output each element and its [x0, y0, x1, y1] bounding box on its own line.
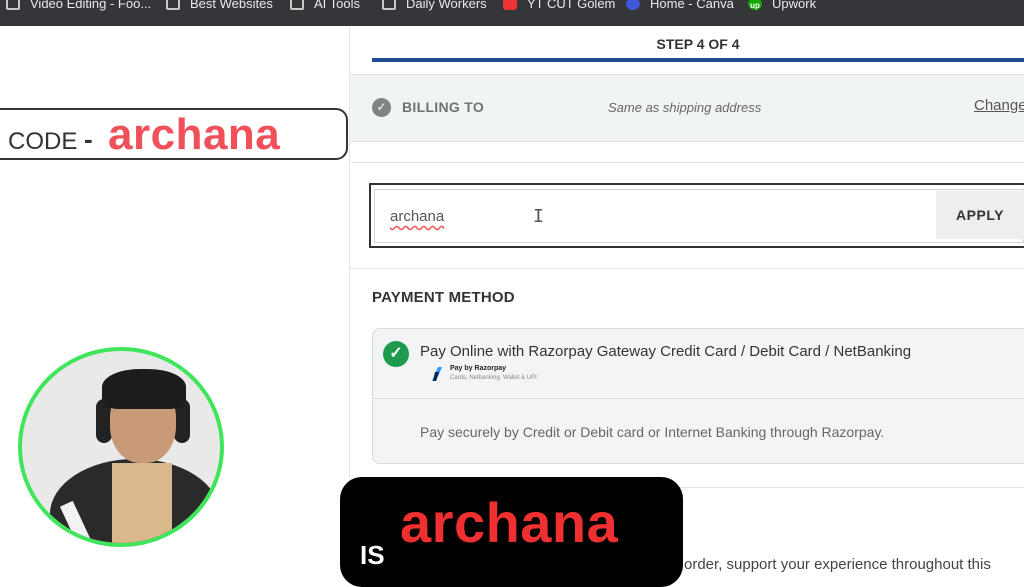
upwork-icon: up	[748, 0, 762, 10]
folder-icon	[166, 0, 180, 10]
presenter-hair	[102, 369, 186, 409]
razorpay-logo-icon	[432, 367, 442, 381]
bookmark-label: Video Editing - Foo...	[30, 0, 152, 11]
bookmark-ai-tools[interactable]: AI Tools	[290, 0, 360, 11]
code-callout-label: CODE	[8, 128, 78, 155]
bookmark-video-editing[interactable]: Video Editing - Foo...	[6, 0, 151, 11]
divider	[373, 398, 1024, 399]
bookmark-upwork[interactable]: up Upwork	[748, 0, 816, 11]
bookmark-label: Best Websites	[190, 0, 273, 11]
razorpay-title: Pay by Razorpay	[450, 365, 507, 372]
payment-option-label: Pay Online with Razorpay Gateway Credit …	[420, 343, 912, 360]
bookmark-label: Daily Workers	[406, 0, 487, 11]
bookmark-label: AI Tools	[314, 0, 361, 11]
check-icon: ✓	[372, 98, 391, 117]
code-callout-dash: -	[84, 124, 93, 154]
bookmark-daily-workers[interactable]: Daily Workers	[382, 0, 487, 11]
selected-check-icon[interactable]: ✓	[383, 341, 409, 367]
privacy-note-text: order, support your experience throughou…	[684, 556, 991, 573]
code-callout-value: archana	[108, 110, 281, 159]
presenter-webcam	[18, 347, 224, 547]
coupon-input-box[interactable]	[374, 189, 1024, 243]
text-cursor-icon: I	[533, 206, 544, 227]
apply-button[interactable]: APPLY	[936, 191, 1024, 239]
youtube-icon	[503, 0, 517, 10]
coupon-input[interactable]: archana	[390, 208, 444, 225]
bookmark-label: YT CUT Golem	[527, 0, 616, 11]
folder-icon	[382, 0, 396, 10]
bookmark-label: Upwork	[772, 0, 817, 11]
billing-label: BILLING TO	[402, 99, 485, 115]
bookmark-yt-cut-golem[interactable]: YT CUT Golem	[503, 0, 615, 11]
bookmarks-bar: Video Editing - Foo... Best Websites AI …	[0, 0, 1024, 26]
caption-value: archana	[400, 491, 619, 554]
razorpay-subtitle: Cards, Netbanking, Wallet & UPI	[450, 375, 537, 381]
step-indicator: STEP 4 OF 4	[656, 36, 740, 52]
caption-label: IS	[360, 540, 385, 570]
folder-icon	[6, 0, 20, 10]
billing-change-link[interactable]: Change	[974, 97, 1024, 114]
folder-icon	[290, 0, 304, 10]
presenter-shirt	[112, 463, 172, 543]
bookmark-label: Home - Canva	[650, 0, 734, 11]
payment-method-title: PAYMENT METHOD	[372, 289, 515, 306]
canva-icon	[626, 0, 640, 10]
billing-note: Same as shipping address	[608, 100, 762, 115]
divider	[350, 268, 1024, 269]
step-progress-bar	[372, 58, 1024, 62]
bookmark-canva[interactable]: Home - Canva	[626, 0, 734, 11]
bookmark-best-websites[interactable]: Best Websites	[166, 0, 273, 11]
payment-description: Pay securely by Credit or Debit card or …	[420, 424, 885, 440]
